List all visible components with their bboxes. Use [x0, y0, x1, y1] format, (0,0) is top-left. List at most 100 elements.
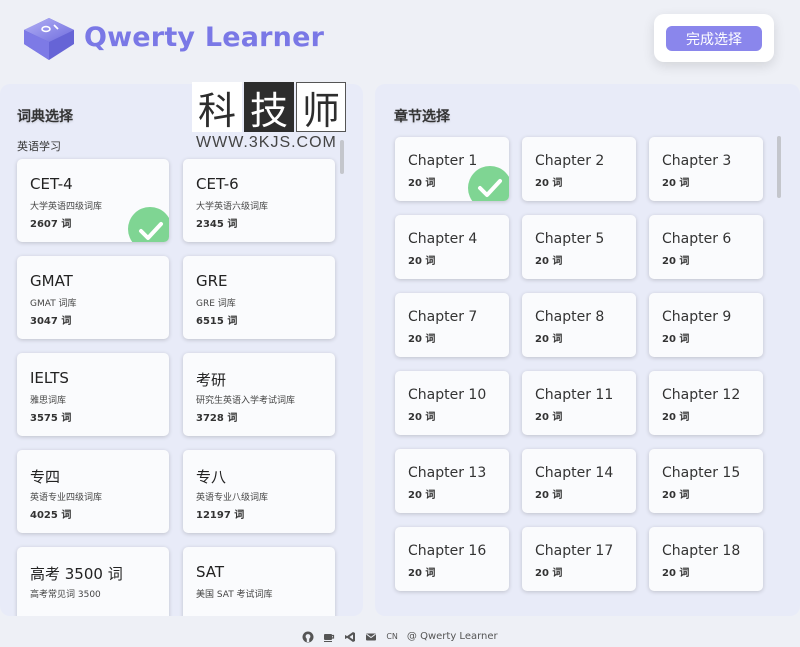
dictionary-count: 3728 词: [196, 413, 238, 424]
dictionary-name: 高考 3500 词: [30, 565, 123, 583]
chapter-count: 20 词: [662, 490, 690, 501]
dictionary-name: 专四: [30, 468, 61, 486]
watermark-char: 技: [244, 82, 294, 133]
chapter-name: Chapter 15: [662, 465, 741, 481]
chapter-card-14[interactable]: Chapter 14 20 词: [522, 449, 636, 513]
mail-icon[interactable]: [365, 631, 377, 643]
dictionary-panel: 词典选择 英语学习 CET-4 大学英语四级词库 2607 词 CET-6 大学…: [0, 84, 363, 616]
dictionary-name: SAT: [196, 563, 225, 581]
dictionary-card-gaokao[interactable]: 高考 3500 词 高考常见词 3500: [17, 547, 169, 616]
watermark-url: WWW.3KJS.COM: [196, 134, 337, 151]
chapter-count: 20 词: [535, 412, 563, 423]
dictionary-card-tem8[interactable]: 专八 英语专业八级词库 12197 词: [183, 450, 335, 533]
dictionary-card-cet6[interactable]: CET-6 大学英语六级词库 2345 词: [183, 159, 335, 242]
dictionary-section-label: 英语学习: [17, 140, 61, 153]
chapter-card-9[interactable]: Chapter 9 20 词: [649, 293, 763, 357]
chapter-name: Chapter 13: [408, 465, 487, 481]
dictionary-desc: GRE 词库: [196, 299, 236, 309]
dictionary-name: CET-4: [30, 175, 73, 193]
done-card: 完成选择: [654, 14, 774, 62]
chapter-card-18[interactable]: Chapter 18 20 词: [649, 527, 763, 591]
chapter-name: Chapter 8: [535, 309, 605, 325]
chapter-name: Chapter 9: [662, 309, 732, 325]
dictionary-count: 2345 词: [196, 219, 238, 230]
chapter-card-10[interactable]: Chapter 10 20 词: [395, 371, 509, 435]
chapter-card-4[interactable]: Chapter 4 20 词: [395, 215, 509, 279]
dictionary-card-ielts[interactable]: IELTS 雅思词库 3575 词: [17, 353, 169, 436]
dictionary-card-gmat[interactable]: GMAT GMAT 词库 3047 词: [17, 256, 169, 339]
coffee-icon[interactable]: [323, 631, 335, 643]
chapter-name: Chapter 7: [408, 309, 478, 325]
dictionary-count: 3047 词: [30, 316, 72, 327]
vscode-icon[interactable]: [344, 631, 356, 643]
dictionary-desc: GMAT 词库: [30, 299, 77, 309]
chapter-card-15[interactable]: Chapter 15 20 词: [649, 449, 763, 513]
watermark: 科 技 师 WWW.3KJS.COM: [192, 82, 348, 156]
chapter-name: Chapter 16: [408, 543, 487, 559]
done-button[interactable]: 完成选择: [666, 26, 762, 51]
chapter-card-11[interactable]: Chapter 11 20 词: [522, 371, 636, 435]
check-icon: [468, 166, 509, 201]
dictionary-name: 专八: [196, 468, 227, 486]
chapter-card-2[interactable]: Chapter 2 20 词: [522, 137, 636, 201]
chapter-count: 20 词: [662, 256, 690, 267]
chapter-card-17[interactable]: Chapter 17 20 词: [522, 527, 636, 591]
chapter-count: 20 词: [408, 256, 436, 267]
dictionary-desc: 大学英语四级词库: [30, 202, 103, 212]
chapter-card-16[interactable]: Chapter 16 20 词: [395, 527, 509, 591]
dictionary-name: GMAT: [30, 272, 73, 290]
chapter-count: 20 词: [662, 178, 690, 189]
chapter-name: Chapter 12: [662, 387, 741, 403]
chapter-card-13[interactable]: Chapter 13 20 词: [395, 449, 509, 513]
chapter-card-8[interactable]: Chapter 8 20 词: [522, 293, 636, 357]
dictionary-card-gre[interactable]: GRE GRE 词库 6515 词: [183, 256, 335, 339]
chapter-name: Chapter 17: [535, 543, 614, 559]
chapter-card-12[interactable]: Chapter 12 20 词: [649, 371, 763, 435]
dictionary-panel-title: 词典选择: [17, 109, 73, 125]
dictionary-card-kaoyan[interactable]: 考研 研究生英语入学考试词库 3728 词: [183, 353, 335, 436]
dictionary-count: 2607 词: [30, 219, 72, 230]
language-switch[interactable]: CN: [386, 632, 398, 641]
chapter-name: Chapter 4: [408, 231, 478, 247]
chapter-name: Chapter 5: [535, 231, 605, 247]
chapter-card-1[interactable]: Chapter 1 20 词: [395, 137, 509, 201]
chapter-name: Chapter 3: [662, 153, 732, 169]
watermark-char: 师: [296, 82, 346, 133]
github-icon[interactable]: [302, 631, 314, 643]
app-title: Qwerty Learner: [84, 22, 325, 53]
footer-copyright: @ Qwerty Learner: [406, 631, 498, 642]
dictionary-card-cet4[interactable]: CET-4 大学英语四级词库 2607 词: [17, 159, 169, 242]
chapter-card-6[interactable]: Chapter 6 20 词: [649, 215, 763, 279]
chapter-count: 20 词: [535, 256, 563, 267]
keycap-logo-icon: [24, 18, 74, 60]
chapter-panel: 章节选择 Chapter 1 20 词 Chapter 2 20 词 Chapt…: [375, 84, 800, 616]
header: Qwerty Learner 完成选择: [0, 0, 800, 82]
chapter-count: 20 词: [535, 568, 563, 579]
dictionary-name: 考研: [196, 371, 227, 389]
chapter-card-3[interactable]: Chapter 3 20 词: [649, 137, 763, 201]
chapter-card-7[interactable]: Chapter 7 20 词: [395, 293, 509, 357]
chapter-count: 20 词: [662, 334, 690, 345]
chapter-name: Chapter 6: [662, 231, 732, 247]
chapter-count: 20 词: [408, 412, 436, 423]
chapter-name: Chapter 10: [408, 387, 487, 403]
chapter-count: 20 词: [662, 568, 690, 579]
dictionary-desc: 英语专业四级词库: [30, 493, 103, 503]
check-icon: [128, 207, 169, 242]
chapter-name: Chapter 1: [408, 153, 478, 169]
chapter-panel-title: 章节选择: [394, 109, 450, 125]
dictionary-desc: 英语专业八级词库: [196, 493, 269, 503]
chapter-count: 20 词: [408, 334, 436, 345]
dictionary-card-tem4[interactable]: 专四 英语专业四级词库 4025 词: [17, 450, 169, 533]
chapter-count: 20 词: [662, 412, 690, 423]
chapter-count: 20 词: [535, 178, 563, 189]
chapter-count: 20 词: [535, 490, 563, 501]
dictionary-card-sat[interactable]: SAT 美国 SAT 考试词库: [183, 547, 335, 616]
dictionary-desc: 大学英语六级词库: [196, 202, 269, 212]
chapter-scrollbar[interactable]: [777, 136, 781, 198]
dictionary-desc: 研究生英语入学考试词库: [196, 396, 296, 406]
chapter-card-5[interactable]: Chapter 5 20 词: [522, 215, 636, 279]
dictionary-desc: 雅思词库: [30, 396, 67, 406]
chapter-count: 20 词: [408, 490, 436, 501]
dictionary-count: 3575 词: [30, 413, 72, 424]
